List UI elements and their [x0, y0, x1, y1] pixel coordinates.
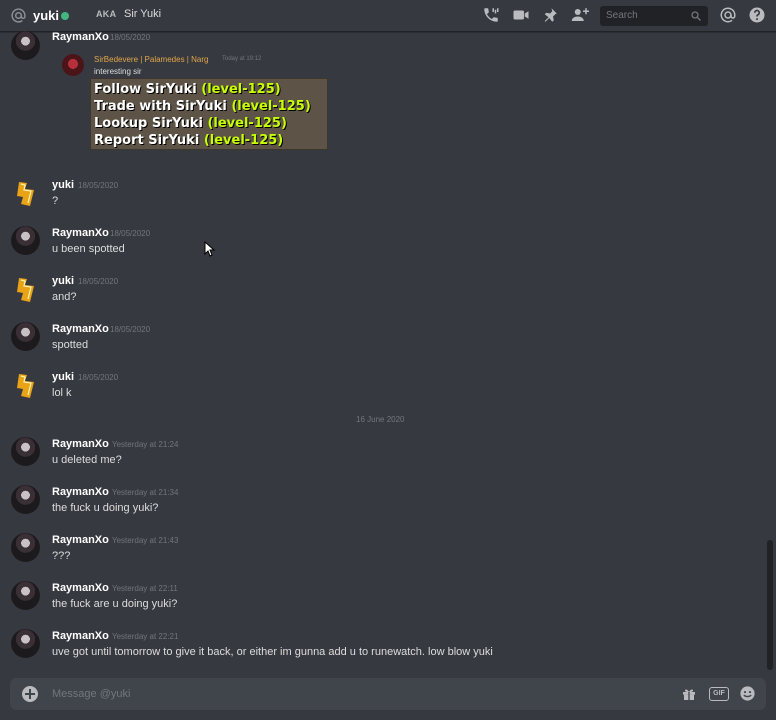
channel-header: yuki AKA Sir Yuki Search — [0, 0, 776, 32]
message-author[interactable]: RaymanXo — [52, 630, 109, 642]
mouse-cursor-icon — [204, 241, 216, 257]
date-divider: 16 June 2020 — [10, 415, 762, 424]
message-author[interactable]: RaymanXo — [52, 486, 109, 498]
message-timestamp: Yesterday at 22:11 — [112, 584, 178, 593]
at-icon — [11, 8, 26, 23]
message-author[interactable]: RaymanXo — [52, 438, 109, 450]
avatar[interactable] — [11, 581, 40, 610]
message-composer[interactable]: Message @yuki GIF — [10, 678, 766, 710]
message-timestamp: 18/05/2020 — [110, 229, 151, 238]
quoted-avatar — [62, 54, 84, 76]
avatar[interactable] — [11, 629, 40, 658]
message-timestamp: Yesterday at 22:21 — [112, 632, 179, 641]
message-content: ??? — [52, 550, 71, 562]
message-timestamp: 18/05/2020 — [78, 181, 119, 190]
aka-name: Sir Yuki — [124, 8, 162, 20]
online-status-dot — [61, 12, 69, 20]
message-content: the fuck are u doing yuki? — [52, 598, 178, 610]
help-icon[interactable] — [748, 6, 766, 24]
avatar[interactable] — [11, 178, 40, 207]
message-timestamp: 18/05/2020 — [78, 277, 119, 286]
scrollbar-thumb[interactable] — [767, 540, 773, 670]
search-input[interactable]: Search — [600, 6, 708, 26]
message-timestamp: Yesterday at 21:34 — [112, 488, 179, 497]
phone-call-icon[interactable] — [482, 6, 500, 24]
message-author[interactable]: RaymanXo — [52, 534, 109, 546]
search-placeholder: Search — [606, 10, 638, 21]
avatar[interactable] — [11, 226, 40, 255]
attached-image[interactable]: SirBedevere | Palamedes | Narg Today at … — [60, 52, 330, 152]
message-content: u been spotted — [52, 243, 125, 255]
channel-name: yuki — [33, 8, 60, 23]
emoji-icon[interactable] — [739, 685, 756, 702]
avatar[interactable] — [11, 322, 40, 351]
message-content: lol k — [52, 387, 72, 399]
video-icon[interactable] — [512, 6, 530, 24]
menu-option: Follow SirYuki (level-125) — [94, 82, 281, 97]
divider-date: 16 June 2020 — [350, 415, 411, 424]
avatar[interactable] — [11, 370, 40, 399]
message-content: the fuck u doing yuki? — [52, 502, 159, 514]
menu-option: Report SirYuki (level-125) — [94, 133, 284, 148]
pin-icon[interactable] — [541, 6, 559, 24]
menu-option: Trade with SirYuki (level-125) — [94, 99, 311, 114]
game-context-menu: Follow SirYuki (level-125) Trade with Si… — [90, 78, 328, 150]
menu-option: Lookup SirYuki (level-125) — [94, 116, 287, 131]
message-author[interactable]: yuki — [52, 275, 74, 287]
message-content: uve got until tomorrow to give it back, … — [52, 646, 493, 658]
aka-badge: AKA — [96, 9, 117, 19]
message-input[interactable]: Message @yuki — [52, 688, 130, 700]
message-author[interactable]: RaymanXo — [52, 582, 109, 594]
message-content: u deleted me? — [52, 454, 122, 466]
quoted-author: SirBedevere | Palamedes | Narg — [94, 55, 209, 64]
search-icon — [691, 11, 701, 21]
message-timestamp: Yesterday at 21:24 — [112, 440, 179, 449]
message-author[interactable]: yuki — [52, 179, 74, 191]
avatar[interactable] — [11, 437, 40, 466]
quoted-text: interesting sir — [94, 67, 142, 76]
message-content: spotted — [52, 339, 89, 351]
plus-icon[interactable] — [22, 686, 38, 702]
avatar[interactable] — [11, 533, 40, 562]
avatar[interactable] — [11, 485, 40, 514]
message-author[interactable]: yuki — [52, 371, 74, 383]
message-author[interactable]: RaymanXo — [52, 227, 109, 239]
message-timestamp: 18/05/2020 — [110, 325, 151, 334]
message-content: and? — [52, 291, 77, 303]
avatar[interactable] — [11, 274, 40, 303]
message-content: ? — [52, 195, 59, 207]
add-friend-icon[interactable] — [571, 6, 589, 24]
message-timestamp: 18/05/2020 — [110, 33, 151, 42]
quoted-timestamp: Today at 19:12 — [222, 56, 262, 62]
gif-button[interactable]: GIF — [709, 687, 729, 701]
message-timestamp: 18/05/2020 — [78, 373, 119, 382]
gift-icon[interactable] — [681, 686, 697, 702]
mention-icon[interactable] — [719, 6, 737, 24]
avatar[interactable] — [11, 31, 40, 60]
message-timestamp: Yesterday at 21:43 — [112, 536, 179, 545]
message-author[interactable]: RaymanXo — [52, 323, 109, 335]
message-author[interactable]: RaymanXo — [52, 31, 109, 43]
